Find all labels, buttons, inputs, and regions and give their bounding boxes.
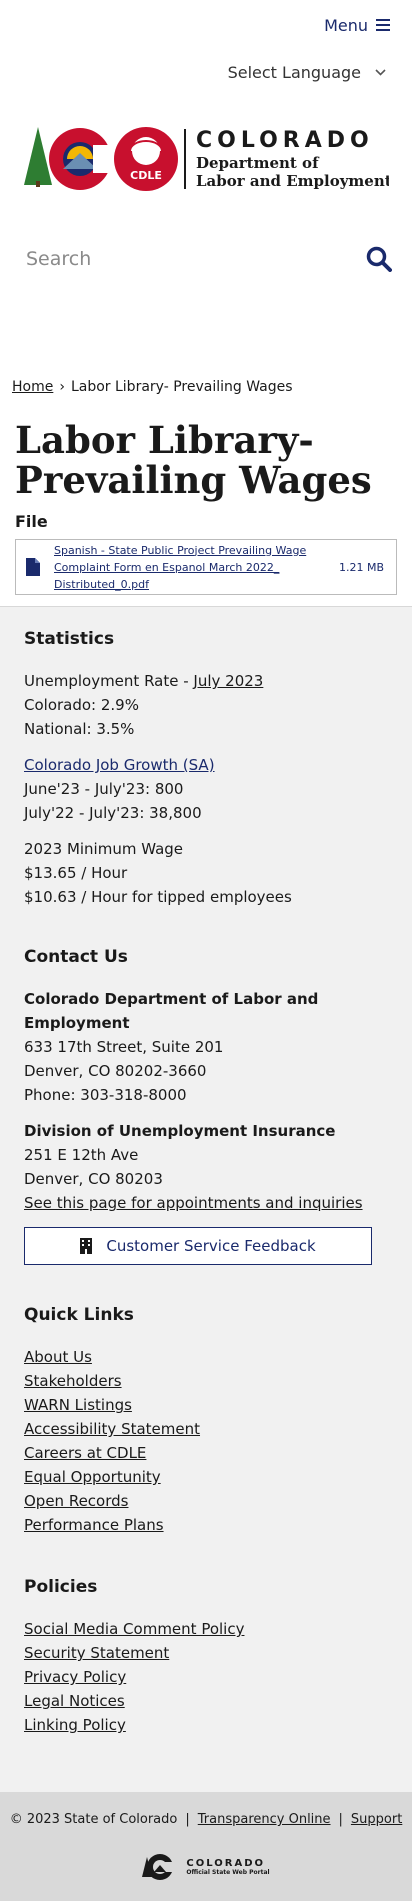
svg-text:COLORADO: COLORADO: [196, 128, 374, 153]
colorado-portal-logo[interactable]: COLORADO Official State Web Portal: [0, 1853, 412, 1881]
quick-link-about-us[interactable]: About Us: [24, 1345, 388, 1369]
chevron-down-icon: [375, 68, 386, 76]
svg-text:CDLE: CDLE: [130, 169, 162, 182]
quick-link-performance-plans[interactable]: Performance Plans: [24, 1513, 388, 1537]
colorado-rate: Colorado: 2.9%: [24, 696, 139, 714]
language-select[interactable]: Select Language: [228, 63, 386, 82]
policies-heading: Policies: [24, 1577, 98, 1597]
cdle-logo[interactable]: CDLE COLORADO Department of Labor and Em…: [0, 94, 412, 224]
quick-link-warn-listings[interactable]: WARN Listings: [24, 1393, 388, 1417]
cdle-phone: Phone: 303-318-8000: [24, 1086, 187, 1104]
svg-text:Labor and Employment: Labor and Employment: [196, 172, 389, 190]
policies-list: Social Media Comment Policy Security Sta…: [24, 1617, 388, 1737]
breadcrumb-home-link[interactable]: Home: [12, 379, 53, 395]
cdle-address1: 633 17th Street, Suite 201: [24, 1038, 224, 1056]
contact-heading: Contact Us: [24, 947, 128, 967]
policy-social-media[interactable]: Social Media Comment Policy: [24, 1617, 388, 1641]
cdle-name-line2: Employment: [24, 1014, 130, 1032]
min-wage-stats: 2023 Minimum Wage $13.65 / Hour $10.63 /…: [24, 837, 388, 909]
file-download-link[interactable]: Spanish - State Public Project Prevailin…: [54, 542, 331, 593]
file-size: 1.21 MB: [338, 560, 384, 574]
menu-label: Menu: [324, 15, 368, 35]
quick-link-accessibility[interactable]: Accessibility Statement: [24, 1417, 388, 1441]
customer-feedback-button[interactable]: Customer Service Feedback: [24, 1227, 372, 1265]
cdle-address2: Denver, CO 80202-3660: [24, 1062, 207, 1080]
job-growth-stats: Colorado Job Growth (SA) June'23 - July'…: [24, 753, 388, 825]
feedback-button-label: Customer Service Feedback: [106, 1237, 316, 1255]
policy-security[interactable]: Security Statement: [24, 1641, 388, 1665]
unemployment-prefix: Unemployment Rate -: [24, 672, 194, 690]
national-rate: National: 3.5%: [24, 720, 135, 738]
search-input[interactable]: [26, 248, 326, 270]
policy-linking[interactable]: Linking Policy: [24, 1713, 388, 1737]
breadcrumb-separator: ›: [59, 379, 65, 395]
colorado-c-logo: CDLE COLORADO Department of Labor and Em…: [24, 127, 389, 191]
menu-row: Menu: [0, 0, 412, 50]
portal-logo-text: COLORADO Official State Web Portal: [186, 1858, 269, 1876]
quick-links-list: About Us Stakeholders WARN Listings Acce…: [24, 1345, 388, 1537]
min-wage-hourly: $13.65 / Hour: [24, 864, 128, 882]
portal-title: COLORADO: [186, 1858, 266, 1869]
bottom-links: © 2023 State of Colorado | Transparency …: [0, 1812, 412, 1827]
quick-link-equal-opportunity[interactable]: Equal Opportunity: [24, 1465, 388, 1489]
bottom-sep-1: |: [185, 1812, 190, 1827]
transparency-link[interactable]: Transparency Online: [198, 1812, 331, 1827]
search-icon[interactable]: [366, 246, 392, 272]
breadcrumb-current: Labor Library- Prevailing Wages: [70, 379, 293, 395]
footer-section: Statistics Unemployment Rate - July 2023…: [0, 606, 412, 1792]
min-wage-tipped: $10.63 / Hour for tipped employees: [24, 888, 292, 906]
cdle-name-line1: Colorado Department of Labor and: [24, 990, 319, 1008]
quick-links-heading: Quick Links: [24, 1305, 134, 1325]
portal-subtitle: Official State Web Portal: [186, 1869, 270, 1876]
contact-section: Contact Us Colorado Department of Labor …: [24, 947, 388, 1265]
unemployment-stats: Unemployment Rate - July 2023 Colorado: …: [24, 669, 388, 741]
copyright: © 2023 State of Colorado: [9, 1812, 178, 1827]
support-link[interactable]: Support: [351, 1812, 402, 1827]
file-label: File: [15, 512, 48, 531]
quick-link-careers[interactable]: Careers at CDLE: [24, 1441, 388, 1465]
file-attachment: Spanish - State Public Project Prevailin…: [15, 539, 397, 595]
language-label: Select Language: [227, 62, 361, 82]
policies-section: Policies Social Media Comment Policy Sec…: [24, 1577, 388, 1737]
statistics-section: Statistics Unemployment Rate - July 2023…: [24, 629, 388, 909]
unemployment-line: Unemployment Rate - July 2023: [24, 669, 388, 693]
ui-address2: Denver, CO 80203: [24, 1170, 163, 1188]
bottom-sep-2: |: [338, 1812, 343, 1827]
colorado-c-icon: [142, 1854, 175, 1880]
job-growth-link[interactable]: Colorado Job Growth (SA): [24, 753, 388, 777]
hamburger-icon: [376, 19, 390, 31]
ui-division-name: Division of Unemployment Insurance: [24, 1122, 336, 1140]
menu-button[interactable]: Menu: [324, 16, 390, 35]
statistics-heading: Statistics: [24, 629, 115, 649]
cdle-contact: Colorado Department of Labor and Employm…: [24, 987, 388, 1107]
bottom-bar: © 2023 State of Colorado | Transparency …: [0, 1792, 412, 1901]
quick-links-section: Quick Links About Us Stakeholders WARN L…: [24, 1305, 388, 1537]
quick-link-stakeholders[interactable]: Stakeholders: [24, 1369, 388, 1393]
ui-address1: 251 E 12th Ave: [24, 1146, 139, 1164]
quick-link-open-records[interactable]: Open Records: [24, 1489, 388, 1513]
breadcrumb: Home › Labor Library- Prevailing Wages: [0, 376, 412, 398]
svg-text:Department of: Department of: [196, 154, 320, 172]
appointments-link[interactable]: See this page for appointments and inqui…: [24, 1191, 388, 1215]
min-wage-title: 2023 Minimum Wage: [24, 840, 184, 858]
file-icon: [26, 558, 40, 576]
search-row: [0, 224, 412, 294]
policy-legal-notices[interactable]: Legal Notices: [24, 1689, 388, 1713]
unemployment-link[interactable]: July 2023: [193, 672, 263, 690]
building-icon: [80, 1238, 93, 1254]
language-row: Select Language: [0, 50, 412, 94]
job-growth-month: June'23 - July'23: 800: [24, 780, 184, 798]
job-growth-year: July'22 - July'23: 38,800: [24, 804, 202, 822]
ui-contact: Division of Unemployment Insurance 251 E…: [24, 1119, 388, 1215]
page-title: Labor Library- Prevailing Wages: [15, 418, 372, 502]
policy-privacy[interactable]: Privacy Policy: [24, 1665, 388, 1689]
